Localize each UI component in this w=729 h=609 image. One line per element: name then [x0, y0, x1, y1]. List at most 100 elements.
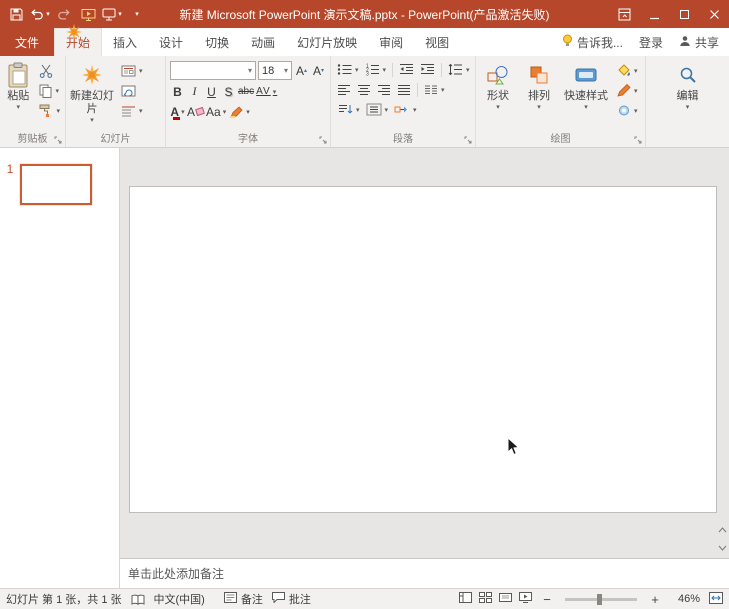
- zoom-slider[interactable]: [565, 598, 637, 601]
- slide[interactable]: [129, 186, 717, 513]
- undo-icon[interactable]: [29, 2, 51, 26]
- format-painter-icon[interactable]: [37, 102, 62, 119]
- align-right-icon[interactable]: [375, 81, 393, 98]
- zoom-level[interactable]: 46%: [670, 593, 700, 605]
- notes-toggle[interactable]: 备注: [224, 591, 263, 607]
- maximize-icon[interactable]: [669, 0, 699, 28]
- drawing-dialog-launcher-icon[interactable]: [634, 136, 642, 144]
- bold-icon[interactable]: B: [170, 83, 185, 100]
- font-size-select[interactable]: 18: [258, 61, 292, 80]
- columns-icon[interactable]: [422, 81, 447, 98]
- italic-icon[interactable]: I: [187, 83, 202, 100]
- fit-slide-to-window-icon[interactable]: [709, 592, 723, 607]
- cut-icon[interactable]: [37, 62, 62, 79]
- tab-file[interactable]: 文件: [0, 28, 54, 56]
- clipboard-dialog-launcher-icon[interactable]: [54, 136, 62, 144]
- tab-view[interactable]: 视图: [414, 28, 460, 56]
- slide-layout-icon[interactable]: [119, 62, 145, 79]
- paragraph-dialog-launcher-icon[interactable]: [464, 136, 472, 144]
- slide-thumbnail[interactable]: [20, 164, 92, 205]
- comments-toggle[interactable]: 批注: [272, 591, 311, 607]
- align-left-icon[interactable]: [335, 81, 353, 98]
- notes-placeholder: 单击此处添加备注: [128, 565, 224, 582]
- text-direction-icon[interactable]: [335, 101, 362, 118]
- increase-indent-icon[interactable]: [418, 61, 437, 78]
- next-slide-icon[interactable]: [718, 540, 727, 554]
- share-button[interactable]: 共享: [679, 34, 719, 51]
- section-icon[interactable]: [119, 102, 145, 119]
- convert-to-smartart-icon[interactable]: [392, 101, 419, 118]
- tab-review[interactable]: 审阅: [368, 28, 414, 56]
- shapes-button[interactable]: 形状: [477, 57, 519, 132]
- shape-outline-icon[interactable]: [615, 82, 640, 99]
- zoom-out-button[interactable]: −: [541, 592, 553, 607]
- tab-insert[interactable]: 插入: [102, 28, 148, 56]
- tab-transitions[interactable]: 切换: [194, 28, 240, 56]
- zoom-in-button[interactable]: +: [649, 592, 661, 607]
- clear-formatting-icon[interactable]: A: [187, 103, 204, 120]
- line-spacing-icon[interactable]: [446, 61, 472, 78]
- shapes-label: 形状: [487, 90, 509, 103]
- tab-home[interactable]: 开始: [54, 28, 102, 56]
- save-icon[interactable]: [5, 2, 27, 26]
- slide-sorter-view-icon[interactable]: [479, 592, 492, 606]
- shrink-font-icon[interactable]: A: [311, 62, 326, 79]
- notes-pane[interactable]: 单击此处添加备注: [120, 558, 729, 588]
- drawing-group-label: 绘图: [477, 132, 644, 147]
- close-icon[interactable]: [699, 0, 729, 28]
- person-icon: [679, 35, 691, 50]
- minimize-icon[interactable]: [639, 0, 669, 28]
- bullets-icon[interactable]: [335, 61, 361, 78]
- tell-me-box[interactable]: 告诉我...: [562, 34, 623, 51]
- touch-mouse-mode-icon[interactable]: [101, 2, 123, 26]
- decrease-indent-icon[interactable]: [397, 61, 416, 78]
- spellcheck-icon[interactable]: [131, 594, 145, 605]
- paragraph-group-label: 段落: [332, 132, 474, 147]
- notes-toggle-label: 备注: [241, 591, 263, 607]
- reset-slide-icon[interactable]: [119, 82, 145, 99]
- zoom-slider-thumb[interactable]: [597, 594, 602, 605]
- slideshow-view-icon[interactable]: [519, 592, 532, 606]
- editing-label: 编辑: [677, 90, 699, 103]
- editing-button[interactable]: 编辑: [666, 57, 710, 132]
- tab-design[interactable]: 设计: [148, 28, 194, 56]
- ribbon-display-options-icon[interactable]: [609, 0, 639, 28]
- align-center-icon[interactable]: [355, 81, 373, 98]
- language-indicator[interactable]: 中文(中国): [154, 591, 205, 607]
- character-spacing-icon[interactable]: AV: [256, 83, 277, 100]
- change-case-icon[interactable]: Aa: [206, 103, 226, 120]
- sign-in-link[interactable]: 登录: [639, 34, 663, 51]
- arrange-icon: [529, 60, 549, 90]
- slideshow-from-start-icon[interactable]: [77, 2, 99, 26]
- tab-animations[interactable]: 动画: [240, 28, 286, 56]
- normal-view-icon[interactable]: [459, 592, 472, 606]
- tab-slide-show[interactable]: 幻灯片放映: [286, 28, 368, 56]
- text-shadow-icon[interactable]: S: [221, 83, 236, 100]
- font-color-icon[interactable]: A: [170, 103, 185, 120]
- new-slide-sparkle-icon: [82, 60, 102, 90]
- tell-me-label: 告诉我...: [577, 34, 623, 51]
- arrange-button[interactable]: 排列: [519, 57, 559, 132]
- underline-icon[interactable]: U: [204, 83, 219, 100]
- strikethrough-icon[interactable]: abc: [238, 83, 254, 100]
- text-highlight-icon[interactable]: [228, 103, 252, 120]
- font-group-label: 字体: [167, 132, 329, 147]
- previous-slide-icon[interactable]: [718, 522, 727, 536]
- font-name-select[interactable]: [170, 61, 256, 80]
- reading-view-icon[interactable]: [499, 592, 512, 606]
- shape-fill-icon[interactable]: [615, 62, 640, 79]
- customize-qat-icon[interactable]: [125, 2, 147, 26]
- new-slide-button[interactable]: 新建幻灯片: [67, 57, 117, 132]
- align-text-icon[interactable]: [364, 101, 391, 118]
- quick-styles-button[interactable]: 快速样式: [559, 57, 613, 132]
- redo-icon[interactable]: [53, 2, 75, 26]
- paste-button[interactable]: 粘贴: [1, 57, 35, 132]
- grow-font-icon[interactable]: A: [294, 62, 309, 79]
- shape-effects-icon[interactable]: [615, 102, 640, 119]
- font-dialog-launcher-icon[interactable]: [319, 136, 327, 144]
- group-slides: 新建幻灯片 幻灯片: [65, 56, 165, 147]
- slide-number: 1: [0, 160, 20, 176]
- numbering-icon[interactable]: 123: [363, 61, 389, 78]
- align-justify-icon[interactable]: [395, 81, 413, 98]
- copy-icon[interactable]: [37, 82, 62, 99]
